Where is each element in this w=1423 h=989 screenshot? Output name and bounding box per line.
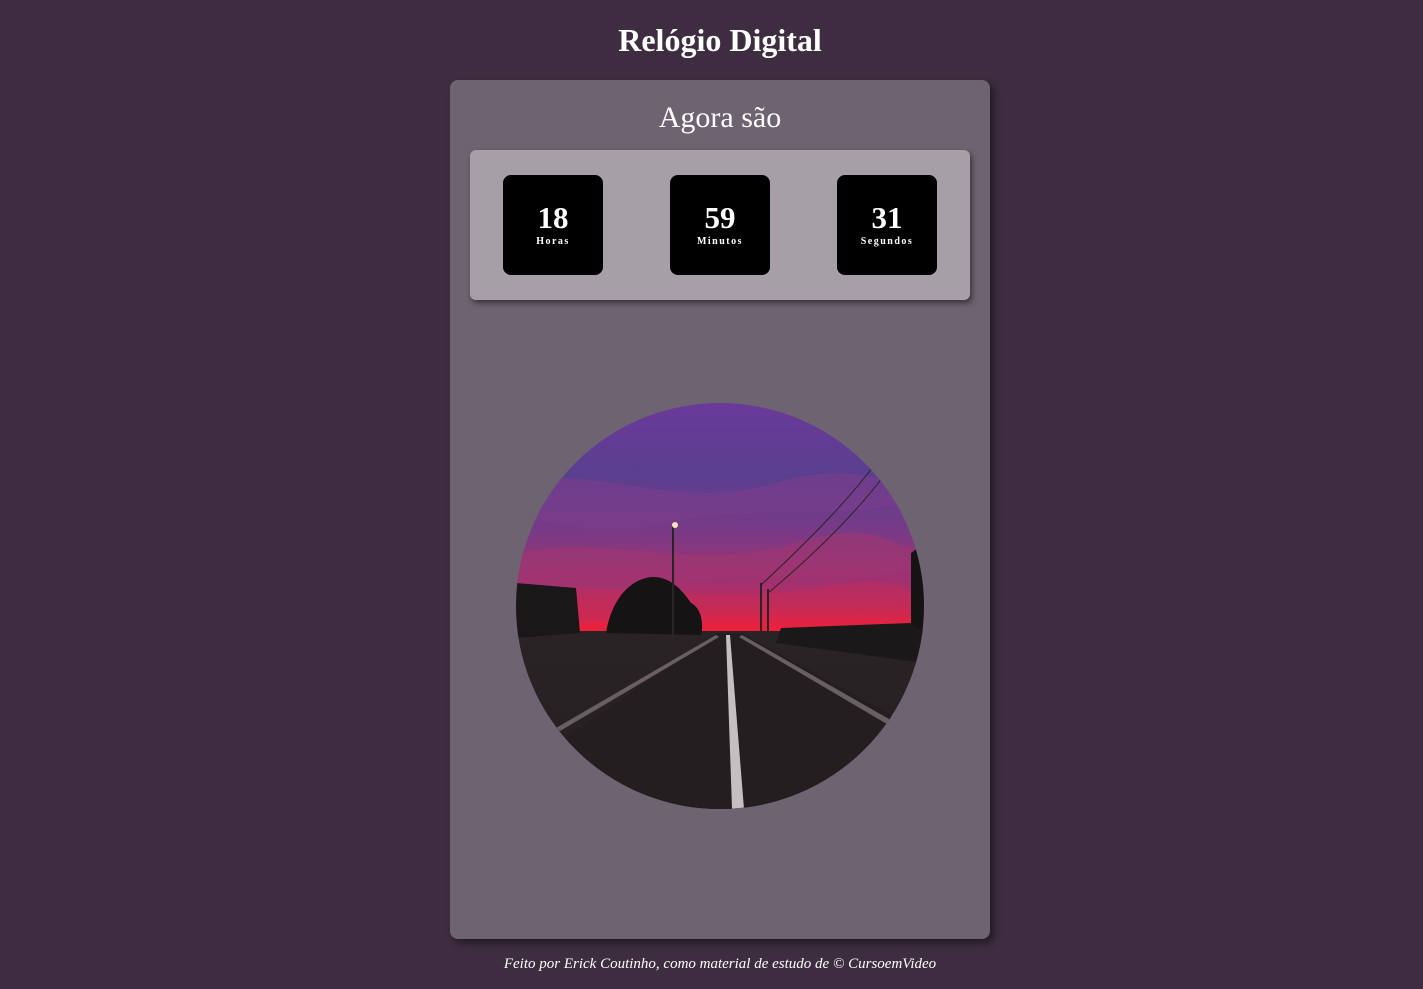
minutes-label: Minutos bbox=[696, 236, 744, 247]
seconds-value: 31 bbox=[871, 200, 903, 235]
clock-heading: Agora são bbox=[658, 101, 782, 134]
minutes-value: 59 bbox=[704, 200, 736, 235]
footer-credit: Feito por Erick Coutinho, como material … bbox=[503, 956, 937, 972]
page-title: Relógio Digital bbox=[618, 22, 822, 58]
sunset-road-image bbox=[516, 403, 924, 809]
hours-label: Horas bbox=[536, 236, 570, 247]
hours-value: 18 bbox=[537, 200, 569, 235]
hours-box: 18 Horas bbox=[503, 175, 603, 275]
seconds-label: Segundos bbox=[860, 236, 914, 247]
minutes-box: 59 Minutos bbox=[670, 175, 770, 275]
seconds-box: 31 Segundos bbox=[837, 175, 937, 275]
